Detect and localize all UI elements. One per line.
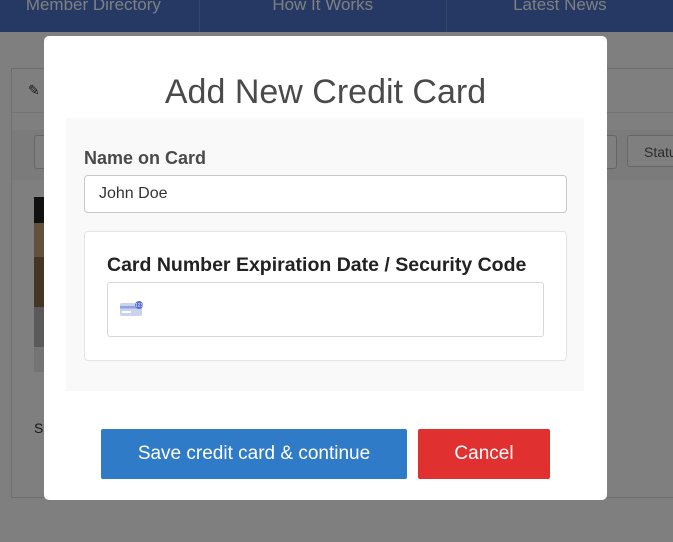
save-credit-card-button[interactable]: Save credit card & continue xyxy=(101,429,407,479)
svg-text:123: 123 xyxy=(135,303,143,308)
credit-card-icon: 123 xyxy=(120,301,143,316)
name-on-card-input[interactable] xyxy=(84,175,567,213)
card-details-label: Card Number Expiration Date / Security C… xyxy=(107,254,527,276)
card-number-field[interactable]: 123 xyxy=(107,282,544,337)
modal-title: Add New Credit Card xyxy=(164,73,487,111)
add-credit-card-modal: Add New Credit Card Name on Card Card Nu… xyxy=(44,36,607,500)
cancel-button[interactable]: Cancel xyxy=(418,429,550,479)
name-on-card-label: Name on Card xyxy=(84,148,207,168)
